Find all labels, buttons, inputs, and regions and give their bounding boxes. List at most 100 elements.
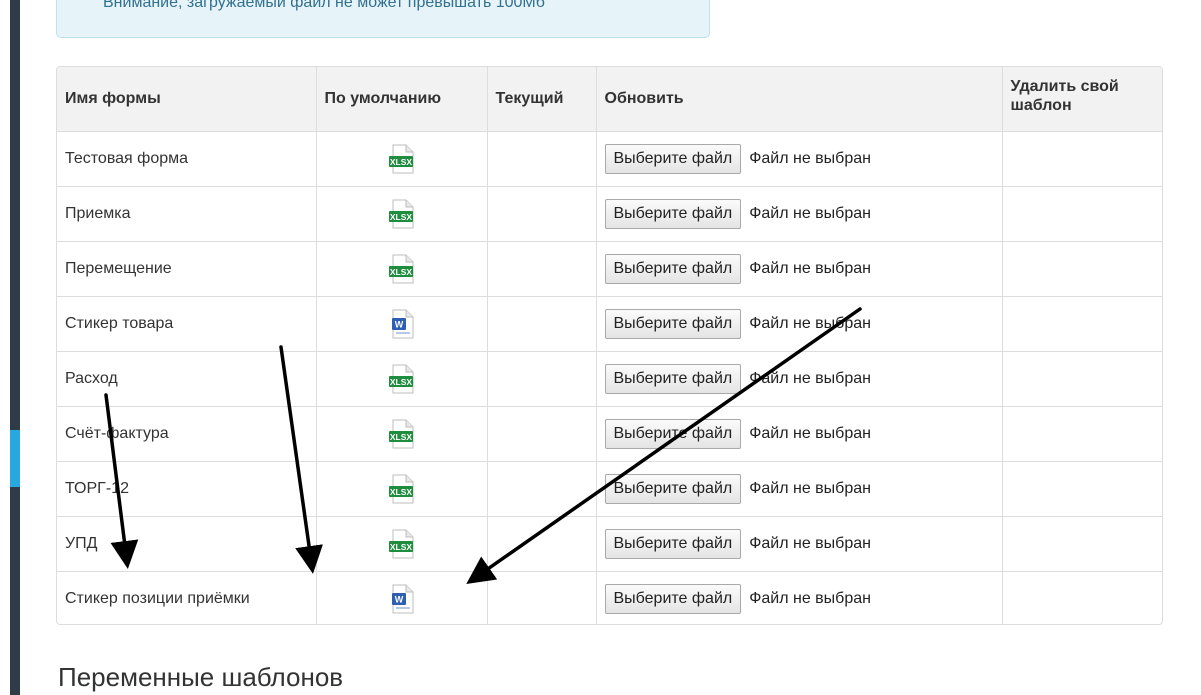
current-template-cell [487,406,597,462]
update-template-cell: Выберите файл Файл не выбран [596,406,1003,462]
file-status-text: Файл не выбран [749,534,871,552]
table-row: Стикер позиции приёмки W Выберите файл Файл… [57,571,1162,624]
table-row: Счёт-фактура XLSX Выберите файл Файл не выб… [57,406,1162,462]
file-input: Выберите файл Файл не выбран [604,308,994,339]
form-name: Стикер позиции приёмки [57,571,317,624]
delete-template-cell [1002,516,1162,572]
file-input: Выберите файл Файл не выбран [604,583,994,614]
form-name: ТОРГ-12 [57,461,317,517]
header-default: По умолчанию [316,67,488,132]
page: Внимание, загружаемый файл не может прев… [0,0,1201,695]
file-input: Выберите файл Файл не выбран [604,418,994,449]
file-status-text: Файл не выбран [749,204,871,222]
file-input: Выберите файл Файл не выбран [604,363,994,394]
form-name: Приемка [57,186,317,242]
file-input: Выберите файл Файл не выбран [604,473,994,504]
current-template-cell [487,516,597,572]
file-status-text: Файл не выбран [749,259,871,277]
word-file-icon: W [391,584,413,614]
update-template-cell: Выберите файл Файл не выбран [596,461,1003,517]
file-status-text: Файл не выбран [749,589,871,607]
current-template-cell [487,351,597,407]
xlsx-file-icon: XLSX [388,474,413,503]
table-row: Перемещение XLSX Выберите файл Файл не выбр… [57,241,1162,297]
default-template-link[interactable]: XLSX [316,461,488,517]
table-row: Расход XLSX Выберите файл Файл не выбран [57,351,1162,407]
default-template-link[interactable]: XLSX [316,241,488,297]
choose-file-button[interactable]: Выберите файл [604,583,742,614]
file-input: Выберите файл Файл не выбран [604,253,994,284]
form-name: Тестовая форма [57,131,317,187]
update-template-cell: Выберите файл Файл не выбран [596,241,1003,297]
default-template-link[interactable]: XLSX [316,186,488,242]
forms-table-body: Тестовая форма XLSX Выберите файл Файл не в… [57,131,1162,624]
xlsx-file-icon: XLSX [388,364,413,393]
default-template-link[interactable]: W [316,571,488,624]
default-template-link[interactable]: XLSX [316,516,488,572]
delete-template-cell [1002,406,1162,462]
template-variables-heading: Переменные шаблонов [58,662,344,692]
current-template-cell [487,296,597,352]
form-name: Счёт-фактура [57,406,317,462]
svg-text:XLSX: XLSX [389,432,412,442]
svg-text:XLSX: XLSX [389,267,412,277]
xlsx-file-icon: XLSX [388,419,413,448]
update-template-cell: Выберите файл Файл не выбран [596,296,1003,352]
table-row: УПД XLSX Выберите файл Файл не выбран [57,516,1162,572]
header-delete-template: Удалить свой шаблон [1002,67,1162,132]
left-sidebar-active-marker [10,430,20,487]
file-status-text: Файл не выбран [749,369,871,387]
choose-file-button[interactable]: Выберите файл [604,198,742,229]
choose-file-button[interactable]: Выберите файл [604,143,742,174]
default-template-link[interactable]: W [316,296,488,352]
current-template-cell [487,131,597,187]
file-input: Выберите файл Файл не выбран [604,143,994,174]
choose-file-button[interactable]: Выберите файл [604,418,742,449]
delete-template-cell [1002,241,1162,297]
current-template-cell [487,186,597,242]
header-form-name: Имя формы [57,67,317,132]
delete-template-cell [1002,351,1162,407]
choose-file-button[interactable]: Выберите файл [604,473,742,504]
file-status-text: Файл не выбран [749,479,871,497]
update-template-cell: Выберите файл Файл не выбран [596,186,1003,242]
default-template-link[interactable]: XLSX [316,131,488,187]
delete-template-cell [1002,186,1162,242]
table-row: Тестовая форма XLSX Выберите файл Файл не в… [57,131,1162,187]
table-row: Стикер товара W Выберите файл Файл не выбра… [57,296,1162,352]
header-update: Обновить [596,67,1003,132]
current-template-cell [487,571,597,624]
xlsx-file-icon: XLSX [388,254,413,283]
word-file-icon: W [391,309,413,338]
choose-file-button[interactable]: Выберите файл [604,308,742,339]
choose-file-button[interactable]: Выберите файл [604,363,742,394]
delete-template-cell [1002,461,1162,517]
file-status-text: Файл не выбран [749,424,871,442]
table-header-row: Имя формы По умолчанию Текущий Обновить … [57,67,1162,132]
xlsx-file-icon: XLSX [388,144,413,173]
update-template-cell: Выберите файл Файл не выбран [596,571,1003,624]
forms-table: Имя формы По умолчанию Текущий Обновить … [57,67,1162,624]
choose-file-button[interactable]: Выберите файл [604,528,742,559]
svg-text:XLSX: XLSX [389,157,412,167]
default-template-link[interactable]: XLSX [316,406,488,462]
current-template-cell [487,241,597,297]
delete-template-cell [1002,296,1162,352]
file-input: Выберите файл Файл не выбран [604,198,994,229]
table-row: ТОРГ-12 XLSX Выберите файл Файл не выбран [57,461,1162,517]
file-size-alert: Внимание, загружаемый файл не может прев… [56,0,710,38]
left-sidebar-edge [10,0,20,695]
xlsx-file-icon: XLSX [388,529,413,558]
svg-text:XLSX: XLSX [389,377,412,387]
form-name: УПД [57,516,317,572]
file-size-alert-text: Внимание, загружаемый файл не может прев… [103,0,545,11]
table-row: Приемка XLSX Выберите файл Файл не выбран [57,186,1162,242]
svg-text:XLSX: XLSX [389,212,412,222]
choose-file-button[interactable]: Выберите файл [604,253,742,284]
update-template-cell: Выберите файл Файл не выбран [596,131,1003,187]
form-name: Расход [57,351,317,407]
xlsx-file-icon: XLSX [388,199,413,228]
default-template-link[interactable]: XLSX [316,351,488,407]
svg-text:XLSX: XLSX [389,542,412,552]
file-status-text: Файл не выбран [749,149,871,167]
